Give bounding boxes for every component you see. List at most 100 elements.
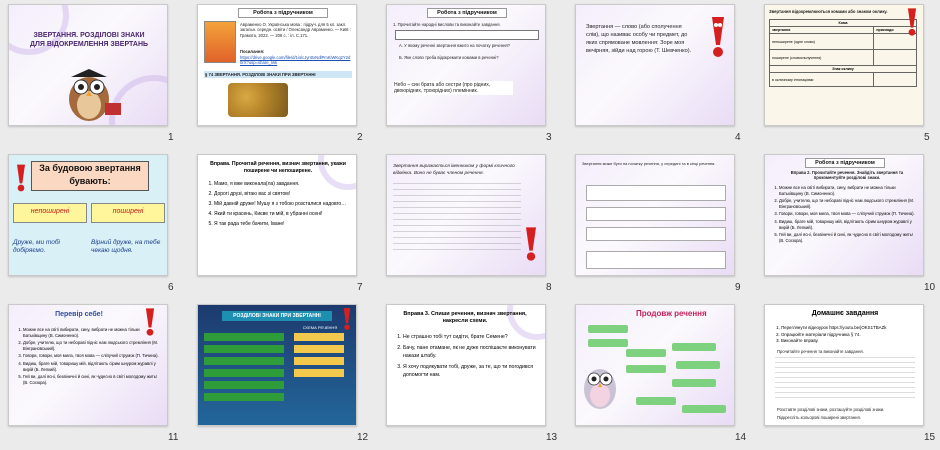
list-item: Не страшно тобі тут сидіти, брате Семене…	[403, 333, 537, 341]
slide-6-title: За будовою звертання бувають:	[31, 161, 149, 191]
slide-2-link[interactable]: https://drive.google.com/file/d/1iolcJyn…	[240, 55, 352, 66]
slide-thumbnail-6[interactable]: За будовою звертання бувають: непоширені…	[8, 154, 168, 276]
slide-6-right-label: поширені	[112, 208, 144, 215]
slide-number: 15	[924, 432, 936, 443]
slide-2-book-citation: Авраменко О. Українська мова : підруч. д…	[240, 22, 351, 38]
slide-number: 1	[168, 132, 174, 143]
slide-number: 14	[735, 432, 747, 443]
slide-thumbnail-9[interactable]: Звертання може бути на початку речення, …	[575, 154, 735, 276]
punctuation-table: Кома звертання приклади непоширене (одне …	[768, 19, 917, 87]
list-item: Який ти красень, Києве ти мій, в убранні…	[214, 209, 348, 219]
list-item: Дорогі друзі, вітаю вас зі святом!	[214, 189, 348, 199]
slide-cell-10[interactable]: Робота з підручником Вправа 2. Прочитайт…	[764, 150, 940, 300]
slide-13-header: Вправа 3. Спиши речення, визнач звертанн…	[403, 311, 527, 324]
slide-thumbnail-7[interactable]: Вправа. Прочитай речення, визнач звертан…	[197, 154, 357, 276]
sentence-box[interactable]	[588, 325, 628, 333]
slide-number: 2	[357, 132, 363, 143]
scheme-row	[204, 345, 284, 353]
slide-sorter-grid: ЗВЕРТАННЯ. РОЗДІЛОВІ ЗНАКИ ДЛЯ ВІДОКРЕМЛ…	[8, 0, 938, 450]
table-cell: звертання	[768, 26, 875, 34]
sentence-box[interactable]	[676, 361, 720, 369]
slide-cell-12[interactable]: РОЗДІЛОВІ ЗНАКИ ПРИ ЗВЕРТАННІ СХЕМА РЕЧЕ…	[197, 300, 377, 450]
scheme-box	[294, 369, 344, 377]
slide-thumbnail-10[interactable]: Робота з підручником Вправа 2. Прочитайт…	[764, 154, 924, 276]
exclamation-mascot-icon	[907, 8, 917, 36]
slide-2-header: Робота з підручником	[238, 8, 328, 18]
slide-15-task-label: Прочитайте речення та виконайте завдання…	[777, 349, 864, 354]
slide-cell-1[interactable]: ЗВЕРТАННЯ. РОЗДІЛОВІ ЗНАКИ ДЛЯ ВІДОКРЕМЛ…	[8, 0, 188, 150]
scheme-row	[204, 357, 284, 365]
slide-3-task: 1. Прочитайте народні вислови та виконай…	[393, 22, 501, 27]
list-item: Виконайте вправу.	[781, 338, 921, 345]
scheme-row	[204, 369, 284, 377]
table-cell: поширене (словосполучення)	[768, 49, 875, 66]
scheme-box	[294, 357, 344, 365]
exclamation-mascot-icon	[17, 164, 25, 192]
slide-6-left-label: непоширені	[30, 208, 70, 215]
slide-cell-14[interactable]: Продовж речення 14	[575, 300, 755, 450]
slide-8-body	[393, 183, 521, 253]
slide-cell-6[interactable]: За будовою звертання бувають: непоширені…	[8, 150, 188, 300]
slide-cell-3[interactable]: Робота з підручником 1. Прочитайте народ…	[386, 0, 566, 150]
slide-cell-11[interactable]: Перевір себе! Можне все на світі вибират…	[8, 300, 188, 450]
slide-number: 13	[546, 432, 558, 443]
slide-number: 11	[168, 432, 179, 443]
slide-thumbnail-15[interactable]: Домашнє завдання Переглянути відеоурок h…	[764, 304, 924, 426]
slide-thumbnail-14[interactable]: Продовж речення	[575, 304, 735, 426]
slide-9-text: Звертання може бути на початку речення, …	[582, 161, 716, 166]
list-item: Говори, говори, моя мила, твоя мова — сл…	[23, 353, 161, 359]
slide-8-text: Звертання виражається іменником у формі …	[393, 164, 515, 176]
sentence-box[interactable]	[672, 343, 716, 351]
slide-number: 8	[546, 282, 552, 293]
textbook-cover	[204, 21, 236, 63]
list-item: Мамо, я вже виконала(ла) завдання.	[214, 179, 348, 189]
slide-thumbnail-2[interactable]: Робота з підручником Авраменко О. Україн…	[197, 4, 357, 126]
slide-1-title: ЗВЕРТАННЯ. РОЗДІЛОВІ ЗНАКИ ДЛЯ ВІДОКРЕМЛ…	[29, 32, 149, 48]
sentence-box[interactable]	[682, 405, 726, 413]
slide-cell-4[interactable]: Звертання — слово (або сполучення слів),…	[575, 0, 755, 150]
slide-10-list: Можне все на світі вибирати, сину, вибра…	[779, 185, 919, 243]
slide-thumbnail-11[interactable]: Перевір себе! Можне все на світі вибират…	[8, 304, 168, 426]
exclamation-mascot-icon	[526, 227, 536, 261]
list-item: Можне все на світі вибирати, сину, вибра…	[779, 185, 919, 196]
slide-thumbnail-1[interactable]: ЗВЕРТАННЯ. РОЗДІЛОВІ ЗНАКИ ДЛЯ ВІДОКРЕМЛ…	[8, 4, 168, 126]
slide-number: 9	[735, 282, 741, 293]
slide-2-section: § 74 ЗВЕРТАННЯ. РОЗДІЛОВІ ЗНАКИ ПРИ ЗВЕР…	[204, 71, 352, 79]
list-item: Добре, учителю, що ти небораві підніс на…	[23, 340, 161, 351]
slide-11-header: Перевір себе!	[55, 311, 103, 318]
slide-thumbnail-13[interactable]: Вправа 3. Спиши речення, визнач звертанн…	[386, 304, 546, 426]
slide-cell-9[interactable]: Звертання може бути на початку речення, …	[575, 150, 755, 300]
slide-3-answer: Небо – син брата або сестри (про рідних,…	[393, 81, 513, 95]
slide-thumbnail-3[interactable]: Робота з підручником 1. Прочитайте народ…	[386, 4, 546, 126]
owl-illustration	[69, 69, 121, 121]
slide-thumbnail-5[interactable]: Звертання відокремлюються комами або зна…	[764, 4, 924, 126]
slide-thumbnail-4[interactable]: Звертання — слово (або сполучення слів),…	[575, 4, 735, 126]
slide-cell-13[interactable]: Вправа 3. Спиши речення, визнач звертанн…	[386, 300, 566, 450]
slide-13-list: Не страшно тобі тут сидіти, брате Семене…	[403, 333, 537, 379]
slide-cell-15[interactable]: Домашнє завдання Переглянути відеоурок h…	[764, 300, 940, 450]
sentence-box[interactable]	[672, 379, 716, 387]
list-item: Видиш, брате мій, товаришу мій, відлітаю…	[779, 219, 919, 230]
slide-7-list: Мамо, я вже виконала(ла) завдання. Дорог…	[214, 179, 348, 229]
slide-thumbnail-8[interactable]: Звертання виражається іменником у формі …	[386, 154, 546, 276]
sentence-box[interactable]	[626, 365, 666, 373]
sentence-box[interactable]	[636, 397, 676, 405]
slide-number: 7	[357, 282, 363, 293]
slide-cell-5[interactable]: Звертання відокремлюються комами або зна…	[764, 0, 940, 150]
sentence-box[interactable]	[626, 349, 666, 357]
slide-15-bottom-2: Підкресліть кольорові поширені звертання…	[777, 415, 861, 420]
slide-cell-7[interactable]: Вправа. Прочитай речення, визнач звертан…	[197, 150, 377, 300]
scheme-box	[294, 345, 344, 353]
slide-cell-2[interactable]: Робота з підручником Авраменко О. Україн…	[197, 0, 377, 150]
slide-cell-8[interactable]: Звертання виражається іменником у формі …	[386, 150, 566, 300]
exclamation-mascot-icon	[712, 17, 724, 57]
table-cell	[873, 49, 917, 66]
list-item: Я так рада тебе бачити, Іване!	[214, 219, 348, 229]
slide-7-header: Вправа. Прочитай речення, визнач звертан…	[210, 161, 346, 174]
slide-thumbnail-12[interactable]: РОЗДІЛОВІ ЗНАКИ ПРИ ЗВЕРТАННІ СХЕМА РЕЧЕ…	[197, 304, 357, 426]
exclamation-mascot-icon	[145, 308, 155, 336]
slide-number: 5	[924, 132, 930, 143]
slide-15-body	[775, 357, 915, 401]
sentence-box[interactable]	[588, 339, 628, 347]
list-item: Гей ви, далі ясні, безвінечні й сині, як…	[779, 232, 919, 243]
